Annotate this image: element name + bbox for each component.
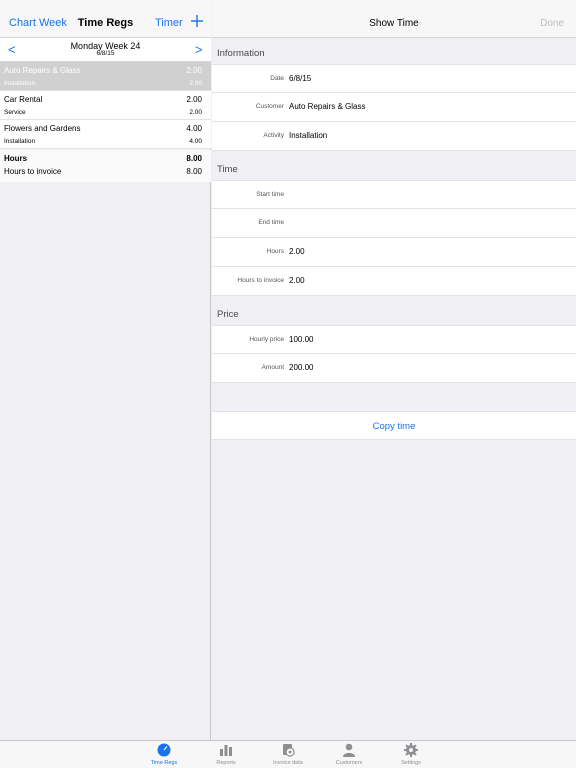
tab-label: Reports — [216, 760, 236, 766]
tab-time-regs[interactable]: Time Regs — [139, 741, 189, 768]
entry-hours: 4.00 — [186, 124, 202, 133]
tab-invoice-data[interactable]: Invoice data — [263, 741, 313, 768]
tab-bar: Time Regs Reports Invoice data Customers… — [0, 740, 576, 768]
entry-activity: Service — [4, 109, 26, 116]
gear-icon — [404, 743, 418, 757]
hours-to-invoice-label: Hours to invoice — [237, 277, 284, 284]
end-time-row[interactable]: End time — [212, 209, 576, 238]
date-value: 6/8/15 — [289, 74, 312, 83]
customer-row[interactable]: Customer Auto Repairs & Glass — [212, 93, 576, 122]
entry-activity: Installation — [4, 138, 36, 145]
entry-hours-invoice: 2.00 — [189, 109, 202, 116]
tab-settings[interactable]: Settings — [386, 741, 436, 768]
totals-summary: Hours 8.00 Hours to invoice 8.00 — [0, 150, 211, 182]
activity-label: Activity — [263, 132, 284, 139]
entry-customer: Auto Repairs & Glass — [4, 66, 81, 75]
time-entry-row[interactable]: Car Rental Service 2.00 2.00 — [0, 91, 211, 120]
amount-label: Amount — [261, 364, 284, 371]
plus-icon[interactable] — [189, 11, 205, 31]
entry-hours: 2.00 — [186, 66, 202, 75]
total-invoice-value: 8.00 — [186, 167, 202, 176]
date-navigator: < Monday Week 24 6/8/15 > — [0, 38, 211, 62]
start-time-label: Start time — [256, 191, 284, 198]
total-hours-value: 8.00 — [186, 154, 202, 163]
date-label: Date — [270, 75, 284, 82]
tab-reports[interactable]: Reports — [201, 741, 251, 768]
tab-label: Time Regs — [150, 760, 178, 766]
amount-row[interactable]: Amount 200.00 — [212, 354, 576, 383]
hourly-price-label: Hourly price — [249, 336, 284, 343]
total-hours-label: Hours — [4, 154, 28, 163]
hourly-price-row[interactable]: Hourly price 100.00 — [212, 325, 576, 354]
activity-row[interactable]: Activity Installation — [212, 122, 576, 151]
invoice-icon — [281, 743, 295, 757]
left-navigation-bar: Chart Week Time Regs Timer — [0, 0, 211, 38]
hourly-price-value: 100.00 — [289, 335, 314, 344]
entry-customer: Flowers and Gardens — [4, 124, 81, 133]
time-regs-pane: Chart Week Time Regs Timer < Monday Week… — [0, 0, 211, 740]
date-row[interactable]: Date 6/8/15 — [212, 64, 576, 93]
section-header-price: Price — [217, 309, 239, 320]
tab-customers[interactable]: Customers — [324, 741, 374, 768]
entry-hours: 2.00 — [186, 95, 202, 104]
end-time-label: End time — [258, 219, 284, 226]
amount-value: 200.00 — [289, 363, 314, 372]
bar-chart-icon — [219, 743, 233, 757]
right-navigation-bar: Show Time Done — [212, 0, 576, 38]
activity-value: Installation — [289, 131, 328, 140]
page-title: Show Time — [369, 18, 419, 29]
tab-label: Customers — [335, 760, 363, 766]
date-subtitle: 6/8/15 — [96, 50, 115, 57]
hours-to-invoice-row[interactable]: Hours to invoice 2.00 — [212, 267, 576, 296]
entry-hours-invoice: 2.00 — [189, 80, 202, 87]
tab-label: Settings — [401, 760, 421, 766]
section-header-information: Information — [217, 48, 265, 59]
timer-button[interactable]: Timer — [155, 17, 183, 29]
customer-value: Auto Repairs & Glass — [289, 102, 366, 111]
copy-time-button[interactable]: Copy time — [212, 411, 576, 440]
time-entry-row[interactable]: Flowers and Gardens Installation 4.00 4.… — [0, 120, 211, 149]
next-day-button[interactable]: > — [195, 42, 203, 57]
hours-row[interactable]: Hours 2.00 — [212, 238, 576, 267]
entry-customer: Car Rental — [4, 95, 43, 104]
hours-to-invoice-value: 2.00 — [289, 276, 305, 285]
show-time-pane: Show Time Done Information Date 6/8/15 C… — [212, 0, 576, 740]
hours-label: Hours — [266, 248, 284, 255]
person-icon — [342, 743, 356, 757]
hours-value: 2.00 — [289, 247, 305, 256]
customer-label: Customer — [255, 103, 284, 110]
done-button[interactable]: Done — [540, 18, 564, 29]
total-invoice-label: Hours to invoice — [4, 167, 62, 176]
start-time-row[interactable]: Start time — [212, 180, 576, 209]
entry-hours-invoice: 4.00 — [189, 138, 202, 145]
time-entry-row[interactable]: Auto Repairs & Glass Installation 2.00 2… — [0, 62, 211, 91]
entry-activity: Installation — [4, 80, 36, 87]
clock-icon — [157, 743, 171, 757]
section-header-time: Time — [217, 164, 238, 175]
tab-label: Invoice data — [273, 760, 303, 766]
